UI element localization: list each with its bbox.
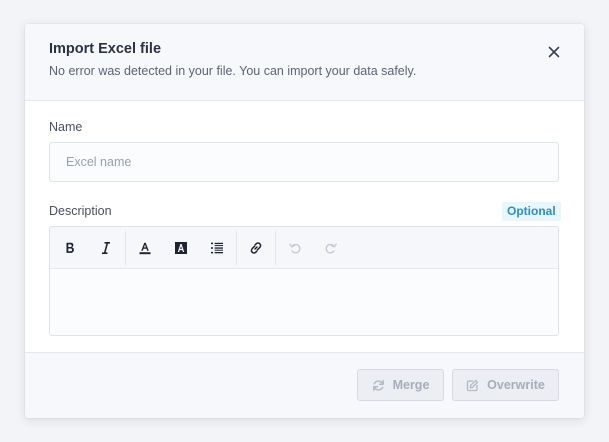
overwrite-button-label: Overwrite xyxy=(487,378,545,392)
description-textarea[interactable] xyxy=(50,270,558,335)
highlight-icon xyxy=(175,242,187,254)
modal-footer: Merge Overwrite xyxy=(25,352,584,418)
undo-icon xyxy=(289,243,301,254)
name-label: Name xyxy=(49,120,83,134)
modal-header: Import Excel file No error was detected … xyxy=(25,24,584,101)
link-icon xyxy=(250,242,262,254)
merge-button[interactable]: Merge xyxy=(357,369,444,401)
refresh-icon xyxy=(372,379,384,391)
text-color-button[interactable] xyxy=(134,237,156,259)
link-button[interactable] xyxy=(245,237,267,259)
optional-badge: Optional xyxy=(502,202,561,221)
highlight-button[interactable] xyxy=(170,237,192,259)
redo-icon xyxy=(325,243,337,254)
close-button[interactable] xyxy=(543,41,565,63)
toolbar-separator xyxy=(275,231,276,265)
undo-button[interactable] xyxy=(284,237,306,259)
name-input[interactable] xyxy=(49,142,559,182)
overwrite-button[interactable]: Overwrite xyxy=(452,369,559,401)
toolbar-separator xyxy=(125,231,126,265)
italic-icon xyxy=(102,242,110,254)
editor-toolbar xyxy=(50,227,558,269)
modal-subtitle: No error was detected in your file. You … xyxy=(49,64,417,78)
text-color-icon xyxy=(139,242,151,255)
italic-button[interactable] xyxy=(95,237,117,259)
redo-button[interactable] xyxy=(320,237,342,259)
bold-icon xyxy=(66,242,74,253)
bold-button[interactable] xyxy=(59,237,81,259)
description-editor xyxy=(49,226,559,336)
description-label: Description xyxy=(49,204,112,218)
edit-icon xyxy=(466,379,479,391)
import-excel-modal: Import Excel file No error was detected … xyxy=(25,24,584,418)
ordered-list-icon xyxy=(211,242,223,254)
toolbar-separator xyxy=(236,231,237,265)
merge-button-label: Merge xyxy=(392,378,430,392)
close-icon xyxy=(548,46,560,58)
modal-title: Import Excel file xyxy=(49,41,162,57)
list-button[interactable] xyxy=(206,237,228,259)
